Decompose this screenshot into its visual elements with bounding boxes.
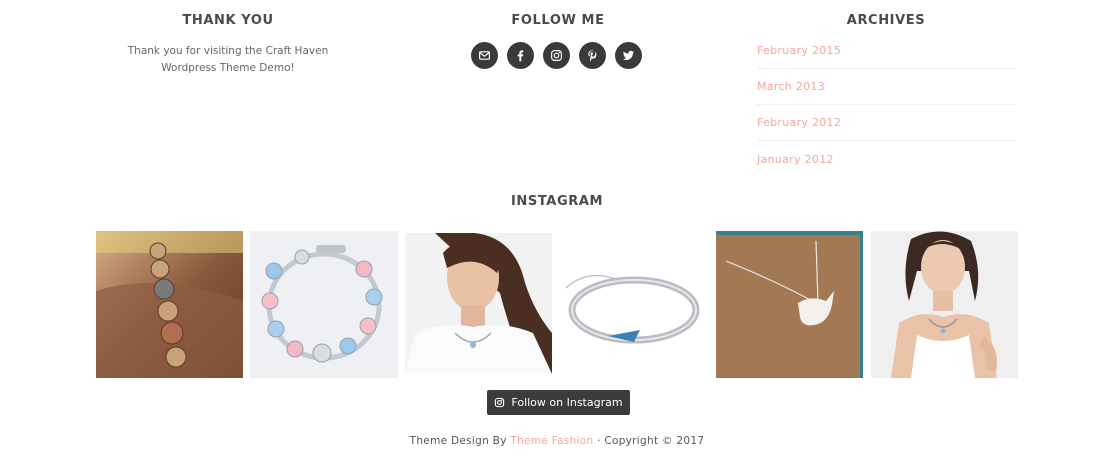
instagram-icon	[551, 50, 562, 61]
follow-me-title: FOLLOW ME	[511, 13, 605, 28]
archives-list: February 2015 March 2013 February 2012 J…	[757, 33, 1016, 177]
thank-you-line-1: Thank you for visiting the Craft Haven	[127, 45, 329, 57]
instagram-photo-model-necklace[interactable]	[871, 231, 1018, 378]
facebook-icon	[517, 50, 524, 62]
instagram-title: INSTAGRAM	[510, 194, 604, 209]
twitter-button[interactable]	[615, 42, 642, 69]
archive-item: January 2012	[757, 141, 1016, 177]
archive-link-january-2012[interactable]: January 2012	[757, 153, 834, 166]
social-links	[471, 42, 642, 69]
instagram-icon	[495, 397, 505, 408]
email-icon	[479, 51, 490, 60]
archive-item: February 2015	[757, 33, 1016, 69]
footer-copyright: · Copyright © 2017	[593, 435, 705, 447]
instagram-photo-woman-necklace[interactable]	[405, 233, 552, 374]
pinterest-icon	[588, 50, 597, 62]
instagram-photo-beaded-bracelet[interactable]	[96, 231, 243, 378]
follow-on-instagram-button[interactable]: Follow on Instagram	[487, 390, 630, 415]
archive-item: February 2012	[757, 105, 1016, 141]
instagram-photo-charm-bracelet[interactable]	[250, 231, 398, 378]
facebook-button[interactable]	[507, 42, 534, 69]
archive-item: March 2013	[757, 69, 1016, 105]
archive-link-march-2013[interactable]: March 2013	[757, 80, 825, 93]
twitter-icon	[622, 50, 635, 61]
footer-credits: Theme Design By Theme Fashion · Copyrigh…	[0, 435, 1099, 447]
thank-you-line-2: Wordpress Theme Demo!	[161, 62, 295, 74]
follow-on-instagram-label: Follow on Instagram	[511, 396, 623, 409]
email-button[interactable]	[471, 42, 498, 69]
archive-link-february-2012[interactable]: February 2012	[757, 116, 841, 129]
archive-link-february-2015[interactable]: February 2015	[757, 44, 841, 57]
instagram-button[interactable]	[543, 42, 570, 69]
instagram-photo-silver-bangle[interactable]	[558, 258, 705, 358]
instagram-photo-fox-pendant[interactable]	[716, 231, 863, 378]
footer-prefix: Theme Design By	[409, 435, 511, 447]
thank-you-text: Thank you for visiting the Craft Haven W…	[113, 43, 343, 77]
archives-title: ARCHIVES	[846, 13, 926, 28]
pinterest-button[interactable]	[579, 42, 606, 69]
theme-fashion-link[interactable]: Theme Fashion	[510, 435, 593, 447]
thank-you-title: THANK YOU	[182, 13, 274, 28]
